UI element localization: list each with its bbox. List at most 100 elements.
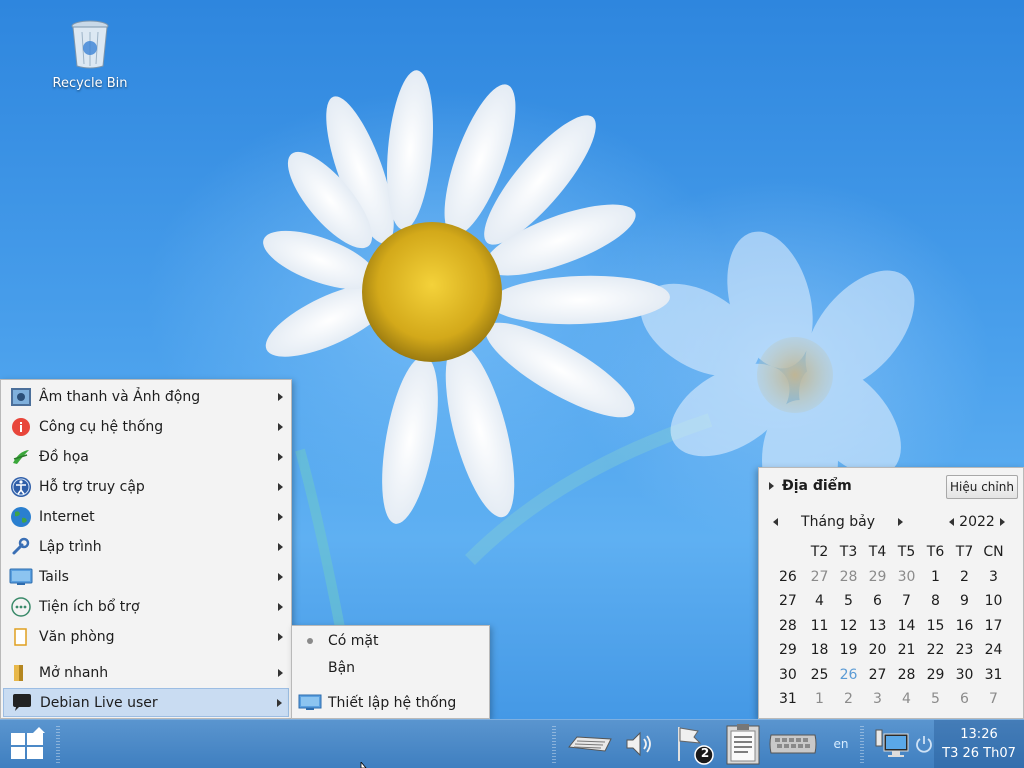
submenu-arrow-icon [278, 422, 283, 431]
menu-item-system-tools[interactable]: Công cụ hệ thống [3, 412, 289, 441]
recycle-bin[interactable]: Recycle Bin [44, 20, 136, 91]
menu-item-quick-open[interactable]: Mở nhanh [3, 658, 289, 687]
menu-item-utilities[interactable]: Tiện ích bổ trợ [3, 592, 289, 621]
calendar-day[interactable]: 22 [921, 642, 950, 658]
mouse-cursor-icon [360, 762, 367, 768]
calendar-day[interactable]: 31 [979, 667, 1008, 683]
menu-item-label: Debian Live user [40, 694, 158, 711]
notifications-tray-item[interactable]: 2 [672, 724, 718, 765]
calendar-day[interactable]: 12 [834, 618, 863, 634]
calendar-day[interactable]: 29 [863, 569, 892, 585]
clock[interactable]: 13:26 T3 26 Th07 [934, 720, 1024, 768]
menu-item-accessibility[interactable]: Hỗ trợ truy cập [3, 472, 289, 501]
submenu-arrow-icon [278, 452, 283, 461]
start-button[interactable] [0, 720, 54, 768]
calendar-day[interactable]: 27 [863, 667, 892, 683]
next-year-arrow-icon[interactable] [1000, 518, 1005, 526]
calendar-day[interactable]: 30 [950, 667, 979, 683]
calendar-day[interactable]: 24 [979, 642, 1008, 658]
calendar-day[interactable]: 19 [834, 642, 863, 658]
calendar-day[interactable]: 2 [950, 569, 979, 585]
calendar-day[interactable]: 6 [863, 593, 892, 609]
system-settings[interactable]: Thiết lập hệ thống [292, 690, 489, 716]
calendar-week-row: 29 18 19 20 21 22 23 24 [777, 638, 1008, 663]
year-label: 2022 [959, 514, 995, 530]
menu-item-graphics[interactable]: Đồ họa [3, 442, 289, 471]
menu-item-label: Văn phòng [39, 628, 115, 645]
calendar-day[interactable]: 25 [805, 667, 834, 683]
volume-tray-item[interactable] [622, 724, 658, 764]
status-available[interactable]: Có mặt [292, 628, 489, 654]
user-submenu: Có mặt Bận Thiết lập hệ thống [291, 625, 490, 719]
calendar-day[interactable]: 29 [921, 667, 950, 683]
week-number: 31 [779, 691, 797, 708]
calendar-day[interactable]: 4 [892, 691, 921, 707]
calendar-grid: T2 T3 T4 T5 T6 T7 CN 26 27 28 29 30 1 2 3 27 4 5 6 7 8 9 10 28 1… [777, 540, 1008, 712]
calendar-day[interactable]: 1 [805, 691, 834, 707]
submenu-arrow-icon [278, 572, 283, 581]
menu-item-office[interactable]: Văn phòng [3, 622, 289, 651]
locations-toggle[interactable]: Địa điểm [769, 478, 852, 494]
accessibility-icon [9, 475, 33, 499]
calendar-day[interactable]: 8 [921, 593, 950, 609]
calendar-day[interactable]: 3 [979, 569, 1008, 585]
keyboard-tray-item[interactable] [566, 724, 614, 764]
calendar-day[interactable]: 5 [921, 691, 950, 707]
calendar-day[interactable]: 26 [834, 667, 863, 683]
menu-item-label: Tiện ích bổ trợ [39, 598, 140, 615]
calendar-day[interactable]: 20 [863, 642, 892, 658]
status-busy[interactable]: Bận [292, 655, 489, 681]
submenu-item-label: Có mặt [328, 633, 379, 649]
calendar-day[interactable]: 1 [921, 569, 950, 585]
calendar-day[interactable]: 4 [805, 593, 834, 609]
calendar-day[interactable]: 28 [892, 667, 921, 683]
edit-button[interactable]: Hiệu chỉnh [946, 475, 1018, 499]
power-icon [916, 736, 932, 753]
menu-item-multimedia[interactable]: Âm thanh và Ảnh động [3, 382, 289, 411]
onscreen-keyboard-tray-item[interactable] [766, 724, 820, 764]
power-tray-item[interactable] [914, 724, 934, 764]
calendar-day[interactable]: 28 [834, 569, 863, 585]
menu-item-internet[interactable]: Internet [3, 502, 289, 531]
tray-grip[interactable] [552, 726, 556, 764]
calendar-day[interactable]: 18 [805, 642, 834, 658]
network-tray-item[interactable] [872, 724, 912, 764]
submenu-item-label: Bận [328, 660, 356, 676]
menu-item-tails[interactable]: Tails [3, 562, 289, 591]
menu-item-label: Internet [39, 508, 95, 525]
calendar-day[interactable]: 11 [805, 618, 834, 634]
calendar-day[interactable]: 27 [805, 569, 834, 585]
submenu-arrow-icon [278, 542, 283, 551]
submenu-arrow-icon [278, 512, 283, 521]
next-month-arrow-icon[interactable] [898, 518, 903, 526]
clipboard-tray-item[interactable] [722, 724, 764, 765]
calendar-day[interactable]: 10 [979, 593, 1008, 609]
calendar-day[interactable]: 9 [950, 593, 979, 609]
calendar-day[interactable]: 2 [834, 691, 863, 707]
calendar-day[interactable]: 13 [863, 618, 892, 634]
calendar-day[interactable]: 3 [863, 691, 892, 707]
system-info-icon [9, 415, 33, 439]
calendar-day[interactable]: 30 [892, 569, 921, 585]
calendar-day[interactable]: 15 [921, 618, 950, 634]
recycle-bin-icon [71, 20, 109, 69]
menu-item-debian-live-user[interactable]: Debian Live user [3, 688, 289, 717]
calendar-day[interactable]: 17 [979, 618, 1008, 634]
calendar-day[interactable]: 23 [950, 642, 979, 658]
calendar-day[interactable]: 14 [892, 618, 921, 634]
menu-item-programming[interactable]: Lập trình [3, 532, 289, 561]
application-menu: Âm thanh và Ảnh động Công cụ hệ thống Đồ… [0, 379, 292, 719]
week-number: 30 [779, 666, 797, 683]
calendar-day[interactable]: 7 [979, 691, 1008, 707]
globe-icon [9, 505, 33, 529]
calendar-week-row: 28 11 12 13 14 15 16 17 [777, 614, 1008, 639]
language-indicator[interactable]: en [828, 724, 854, 764]
calendar-day[interactable]: 21 [892, 642, 921, 658]
submenu-arrow-icon [277, 698, 282, 707]
calendar-day[interactable]: 16 [950, 618, 979, 634]
clock-date: T3 26 Th07 [942, 746, 1016, 761]
calendar-day[interactable]: 5 [834, 593, 863, 609]
calendar-day[interactable]: 6 [950, 691, 979, 707]
taskbar-grip[interactable] [56, 726, 60, 764]
calendar-day[interactable]: 7 [892, 593, 921, 609]
